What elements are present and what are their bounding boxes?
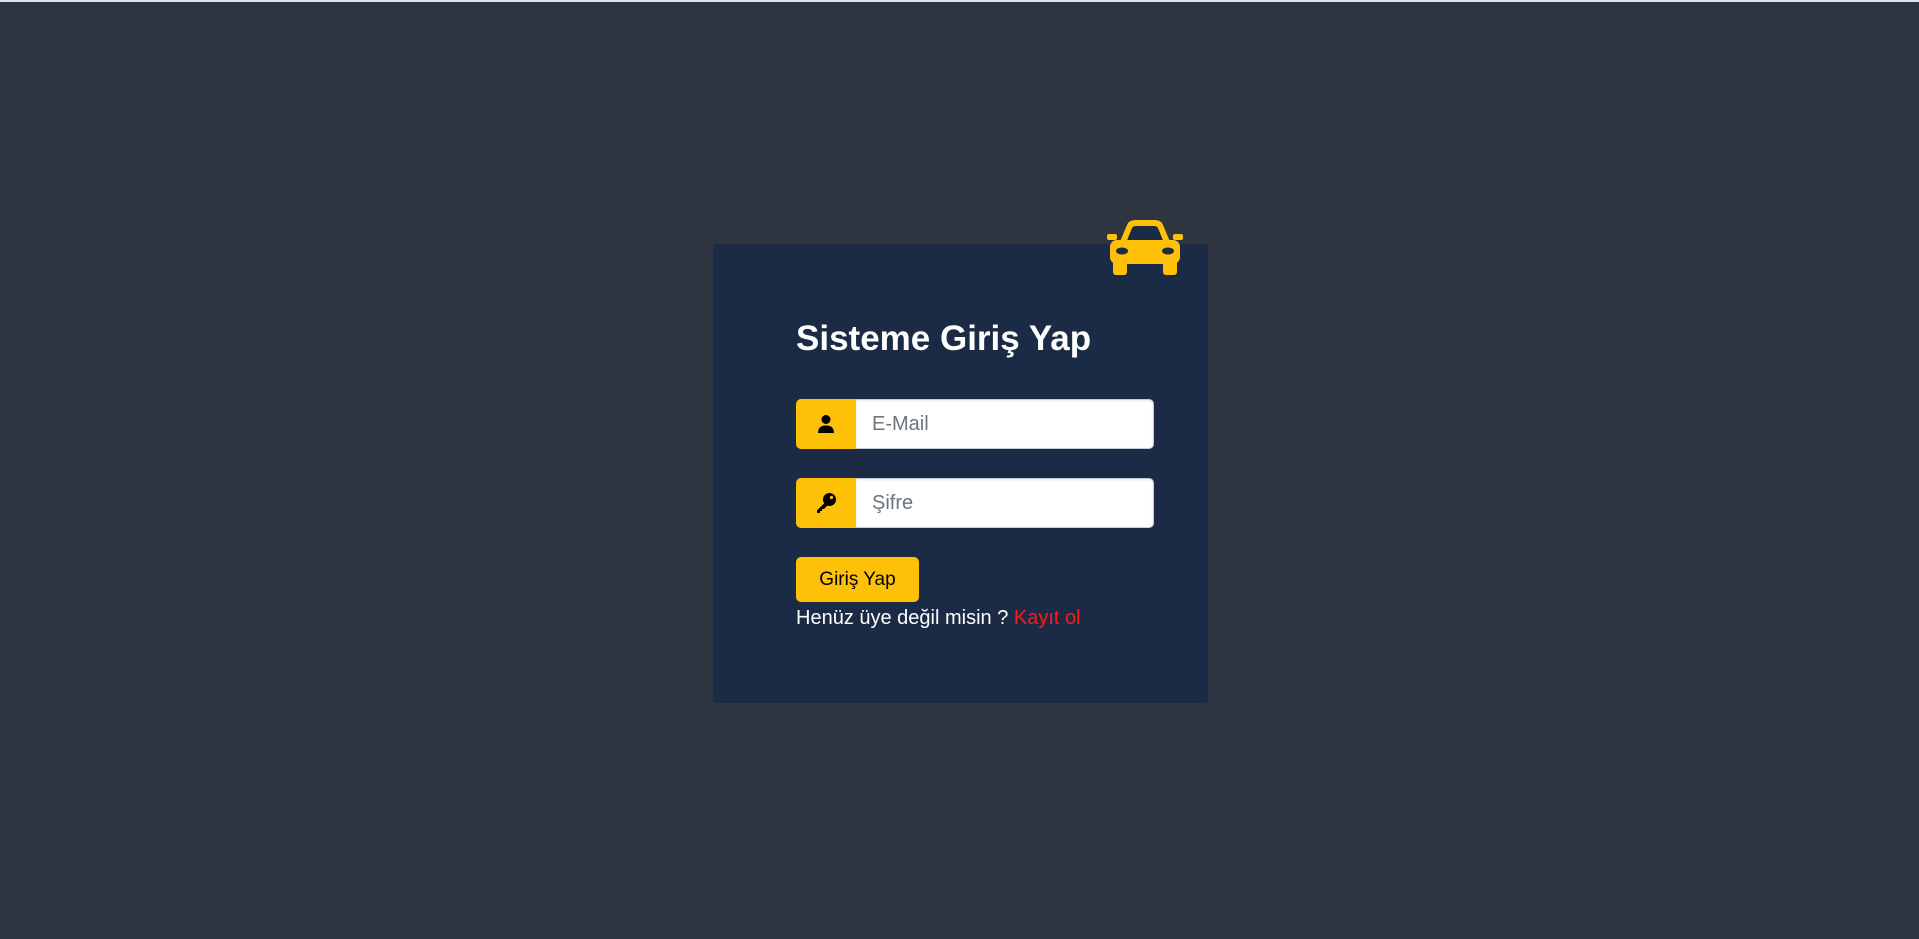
email-addon <box>796 399 856 449</box>
login-button[interactable]: Giriş Yap <box>796 557 919 602</box>
password-input-group <box>796 478 1154 528</box>
password-field[interactable] <box>856 478 1154 528</box>
register-link[interactable]: Kayıt ol <box>1014 607 1081 629</box>
page-title: Sisteme Giriş Yap <box>796 319 1092 358</box>
login-card <box>713 244 1208 703</box>
user-icon <box>818 415 834 433</box>
car-icon <box>1107 220 1183 275</box>
register-prompt-text: Henüz üye değil misin ? <box>796 607 1009 629</box>
password-addon <box>796 478 856 528</box>
key-icon <box>817 493 836 513</box>
register-prompt-line: Henüz üye değil misin ? Kayıt ol <box>796 605 1081 631</box>
top-border <box>0 0 1919 2</box>
email-field[interactable] <box>856 399 1154 449</box>
email-input-group <box>796 399 1154 449</box>
